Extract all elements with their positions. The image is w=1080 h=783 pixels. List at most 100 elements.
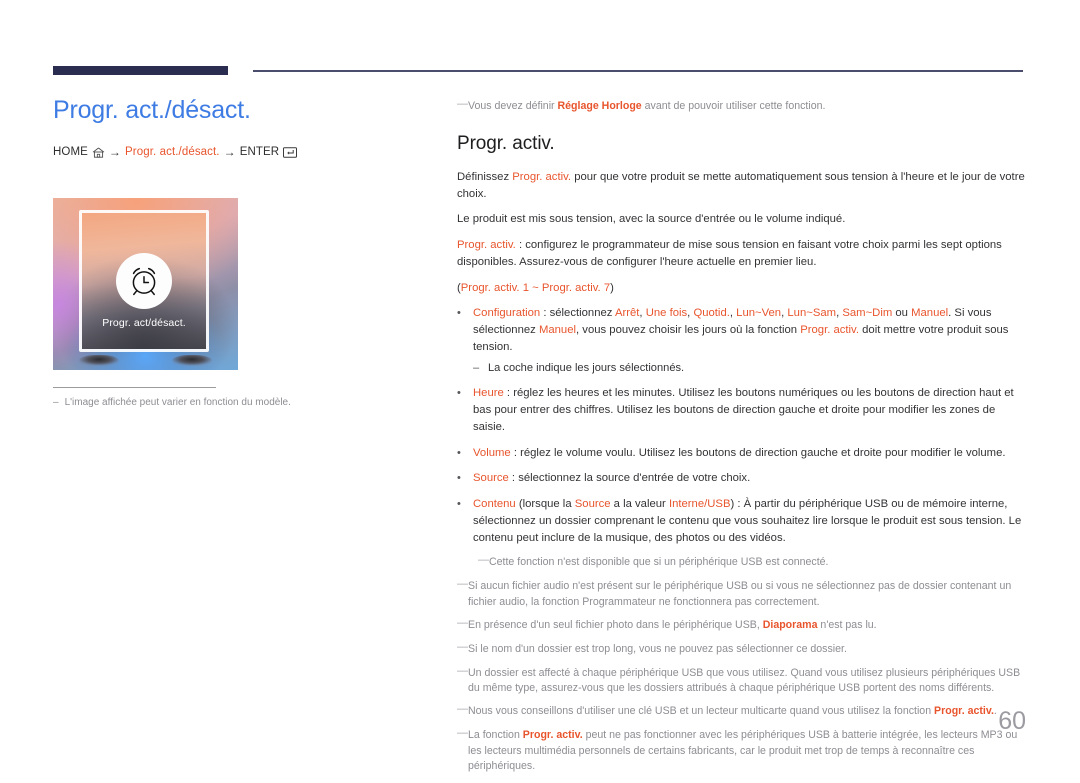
footnote-dash: – — [53, 397, 59, 408]
section-title: Progr. activ. — [457, 132, 555, 154]
note-nom-dossier: — Si le nom d'un dossier est trop long, … — [457, 640, 1027, 658]
alarm-clock-icon — [116, 253, 172, 309]
bullet-label: Configuration — [473, 307, 541, 320]
bullet-label: Contenu — [473, 498, 516, 511]
note-diaporama: — En présence d'un seul fichier photo da… — [457, 616, 1027, 634]
para-post: : configurez le programmateur de mise so… — [457, 239, 1002, 268]
note-text-post: . — [993, 705, 997, 718]
option-lun-ven: Lun~Ven — [736, 307, 782, 320]
bullet-dot: • — [457, 472, 461, 485]
note-text-post: avant de pouvoir utiliser cette fonction… — [641, 100, 826, 112]
page-title: Progr. act./désact. — [53, 96, 251, 124]
note-fichier-audio: — Si aucun fichier audio n'est présent s… — [457, 578, 1027, 610]
subitem-text: La coche indique les jours sélectionnés. — [488, 362, 685, 375]
note-text: Si le nom d'un dossier est trop long, vo… — [468, 642, 847, 655]
breadcrumb-arrow-1: → — [108, 145, 122, 159]
note-text-pre: En présence d'un seul fichier photo dans… — [468, 618, 763, 631]
right-column: — Vous devez définir Réglage Horloge ava… — [457, 98, 1027, 783]
home-icon — [92, 147, 105, 158]
note-text-post: n'est pas lu. — [817, 618, 877, 631]
breadcrumb-arrow-2: → — [223, 145, 236, 159]
thumbnail-stand — [73, 354, 218, 366]
bullet-body-4: , vous pouvez choisir les jours où la fo… — [576, 323, 801, 336]
bullet-label: Source — [473, 472, 509, 485]
bullet-body: : réglez les heures et les minutes. Util… — [473, 387, 1014, 433]
note-accent: Progr. activ. — [522, 729, 583, 742]
subitem-dash: – — [473, 362, 480, 375]
header-rule — [253, 70, 1023, 72]
option-lun-sam: Lun~Sam — [787, 307, 837, 320]
option-progr-activ: Progr. activ. — [800, 323, 860, 336]
note-text-pre: La fonction — [468, 729, 523, 742]
contenu-body-1: (lorsque la — [515, 498, 575, 511]
bullet-dot: • — [457, 387, 461, 400]
paragraph-programmateur: Progr. activ. : configurez le programmat… — [457, 237, 1027, 270]
note-dash: — — [457, 616, 468, 629]
para-accent: Progr. activ. — [512, 170, 572, 183]
note-text: Si aucun fichier audio n'est présent sur… — [468, 580, 1012, 608]
product-thumbnail: Progr. act/désact. — [53, 198, 238, 370]
range-start: Progr. activ. 1 — [460, 281, 529, 294]
note-text-pre: Vous devez définir — [468, 100, 558, 112]
breadcrumb: HOME → Progr. act./désact. → ENTER — [53, 145, 423, 159]
thumbnail-screen: Progr. act/désact. — [79, 210, 209, 352]
range-end: Progr. activ. 7 — [541, 281, 611, 294]
footnote-rule — [53, 387, 216, 388]
option-sam-dim: Sam~Dim — [842, 307, 893, 320]
note-dash: — — [478, 554, 489, 567]
paragraph-definissez: Définissez Progr. activ. pour que votre … — [457, 169, 1027, 202]
note-accent: Réglage Horloge — [557, 100, 642, 112]
bullet-label: Heure — [473, 387, 504, 400]
note-text: Un dossier est affecté à chaque périphér… — [468, 666, 1021, 695]
note-text-pre: Nous vous conseillons d'utiliser une clé… — [468, 705, 935, 718]
note-dash: — — [457, 640, 468, 653]
bullet-body: : réglez le volume voulu. Utilisez les b… — [510, 446, 1006, 459]
range-sep: ~ — [529, 281, 542, 294]
range-close: ) — [610, 281, 614, 294]
bullet-dot: • — [457, 307, 461, 320]
note-dash: — — [457, 578, 468, 591]
bullet-configuration: • Configuration : sélectionnez Arrêt, Un… — [457, 305, 1027, 355]
note-usb-connecte: — Cette fonction n'est disponible que si… — [478, 554, 1027, 571]
paragraph-range: (Progr. activ. 1 ~ Progr. activ. 7) — [457, 280, 1027, 297]
subitem-coche: – La coche indique les jours sélectionné… — [473, 360, 1027, 376]
option-manuel: Manuel — [911, 307, 949, 320]
bullet-list: • Configuration : sélectionnez Arrêt, Un… — [457, 305, 1027, 546]
image-footnote: – L'image affichée peut varier en foncti… — [53, 396, 383, 411]
breadcrumb-path-label: Progr. act./désact. — [125, 146, 220, 158]
paragraph-mis-sous-tension: Le produit est mis sous tension, avec la… — [457, 213, 846, 226]
option-une-fois: Une fois — [645, 307, 688, 320]
note-accent: Progr. activ. — [934, 705, 994, 718]
bullet-dot: • — [457, 446, 461, 459]
enter-key-icon — [283, 146, 298, 158]
thumbnail-screen-label: Progr. act/désact. — [102, 317, 186, 329]
note-dossier-affecte: — Un dossier est affecté à chaque périph… — [457, 664, 1027, 697]
contenu-source: Source — [574, 498, 611, 511]
bullet-heure: • Heure : réglez les heures et les minut… — [457, 385, 1027, 435]
bullet-label: Volume — [473, 446, 511, 459]
option-manuel-2: Manuel — [538, 323, 577, 336]
note-dash: — — [457, 664, 468, 677]
note-dash: — — [457, 727, 468, 740]
page-number: 60 — [998, 707, 1026, 735]
stand-foot-right — [172, 355, 212, 366]
option-quotid: Quotid. — [693, 307, 730, 320]
note-reglage-horloge: — Vous devez définir Réglage Horloge ava… — [457, 98, 1027, 115]
contenu-body-2: a la valeur — [610, 498, 669, 511]
note-text: Cette fonction n'est disponible que si u… — [489, 556, 829, 569]
document-page: Progr. act./désact. HOME → Progr. act./d… — [0, 0, 1080, 772]
bullet-dot: • — [457, 498, 461, 511]
note-dash: — — [457, 98, 468, 110]
bullet-body-1: : sélectionnez — [540, 307, 615, 320]
para-pre: Définissez — [457, 170, 513, 183]
bullet-body: : sélectionnez la source d'entrée de vot… — [508, 472, 751, 485]
left-column: Progr. act./désact. HOME → Progr. act./d… — [53, 95, 423, 159]
footnote-text: L'image affichée peut varier en fonction… — [64, 397, 291, 408]
bullet-body-2: ou — [892, 307, 912, 320]
bullet-contenu: • Contenu (lorsque la Source a la valeur… — [457, 496, 1027, 546]
note-cle-usb: — Nous vous conseillons d'utiliser une c… — [457, 703, 1027, 720]
contenu-interne-usb: Interne/USB — [668, 498, 731, 511]
para-accent: Progr. activ. — [457, 239, 516, 252]
note-batterie-integree: — La fonction Progr. activ. peut ne pas … — [457, 727, 1027, 774]
bullet-volume: • Volume : réglez le volume voulu. Utili… — [457, 445, 1027, 462]
